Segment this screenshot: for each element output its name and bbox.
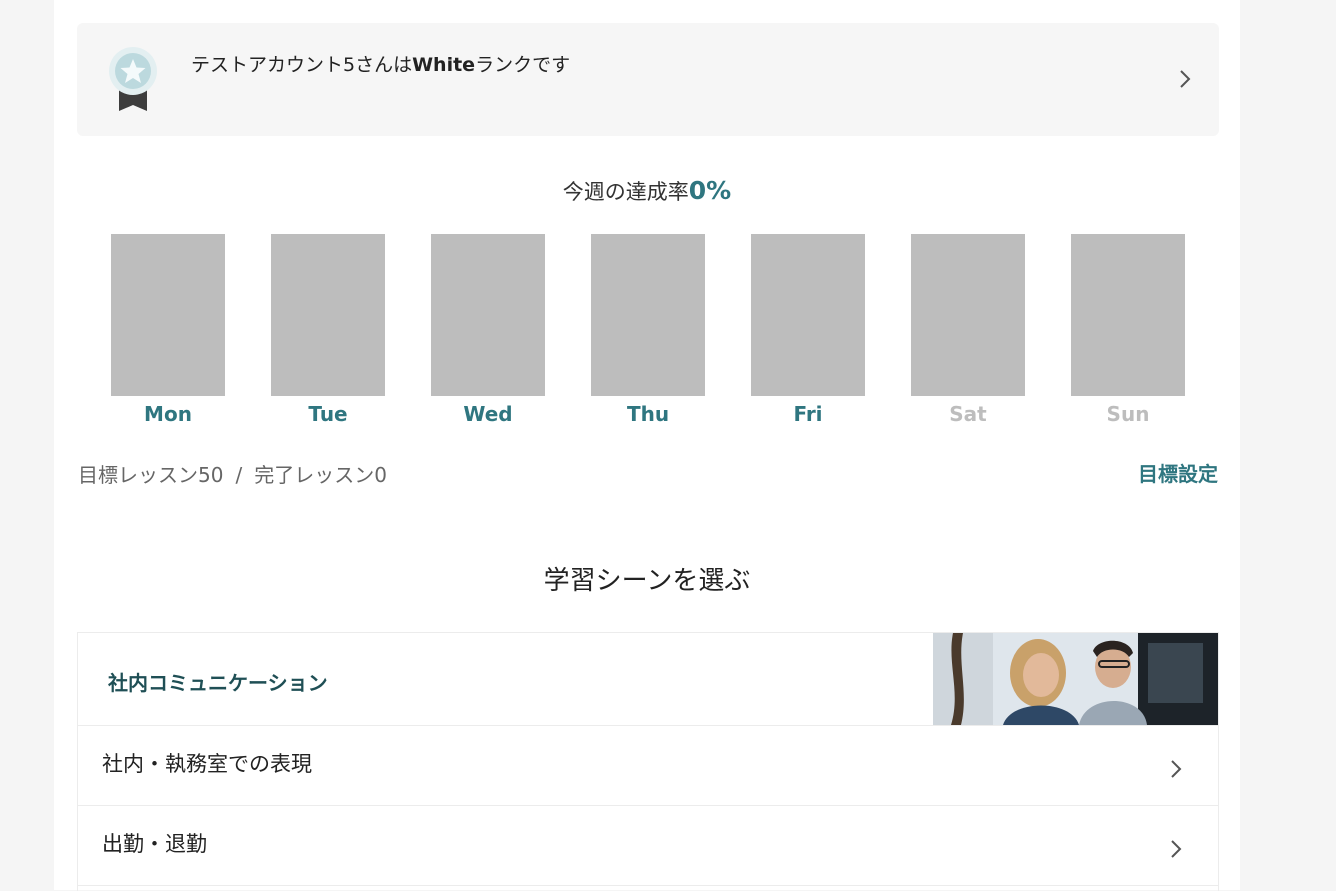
target-lessons: 目標レッスン50 xyxy=(78,463,224,487)
scene-list: 社内・執務室での表現 出勤・退勤 xyxy=(78,726,1218,886)
day-bar xyxy=(911,234,1025,396)
day-bar xyxy=(271,234,385,396)
day-column-fri: Fri xyxy=(751,234,865,426)
day-column-sat: Sat xyxy=(911,234,1025,426)
completed-lessons: 完了レッスン0 xyxy=(254,463,387,487)
day-label: Sun xyxy=(1106,402,1150,426)
weekly-achievement-label: 今週の達成率 xyxy=(562,180,689,204)
scene-card: 社内コミュニケーション 社内・執務室での表現 出勤・退勤 xyxy=(77,632,1219,891)
medal-icon xyxy=(109,47,157,111)
scene-category-header: 社内コミュニケーション xyxy=(78,633,1218,726)
day-column-thu: Thu xyxy=(591,234,705,426)
scene-list-item-label: 出勤・退勤 xyxy=(102,832,207,856)
day-bar xyxy=(431,234,545,396)
rank-message-suffix: ランクです xyxy=(475,54,571,76)
day-bar xyxy=(1071,234,1185,396)
day-column-tue: Tue xyxy=(271,234,385,426)
day-label: Mon xyxy=(144,402,192,426)
day-label: Thu xyxy=(626,402,670,426)
weekly-achievement: 今週の達成率0% xyxy=(54,176,1240,206)
rank-message: テストアカウント5さんはWhiteランクです xyxy=(191,50,570,77)
day-bar xyxy=(111,234,225,396)
day-label: Tue xyxy=(308,402,348,426)
day-bar xyxy=(591,234,705,396)
rank-card[interactable]: テストアカウント5さんはWhiteランクです xyxy=(77,23,1219,136)
scene-list-item-label: 社内・執務室での表現 xyxy=(102,752,312,776)
office-photo xyxy=(933,633,1218,725)
weekly-achievement-rate: 0% xyxy=(688,176,732,205)
day-bar xyxy=(751,234,865,396)
rank-message-prefix: テストアカウント5さんは xyxy=(191,54,413,76)
day-column-wed: Wed xyxy=(431,234,545,426)
scene-list-item[interactable]: 社内・執務室での表現 xyxy=(78,726,1218,806)
lesson-separator: / xyxy=(235,463,243,487)
day-label: Fri xyxy=(793,402,823,426)
chevron-right-icon xyxy=(1171,840,1182,858)
chevron-right-icon xyxy=(1180,70,1191,88)
lesson-summary: 目標レッスン50 / 完了レッスン0 xyxy=(78,459,387,488)
goal-setting-link[interactable]: 目標設定 xyxy=(1138,458,1218,487)
day-column-sun: Sun xyxy=(1071,234,1185,426)
weekly-bar-chart: Mon Tue Wed Thu Fri Sat Sun xyxy=(111,234,1185,434)
scene-list-item[interactable]: 出勤・退勤 xyxy=(78,806,1218,886)
chevron-right-icon xyxy=(1171,760,1182,778)
section-title: 学習シーンを選ぶ xyxy=(543,566,751,596)
rank-name: White xyxy=(412,54,476,76)
main-content: テストアカウント5さんはWhiteランクです 今週の達成率0% Mon Tue We… xyxy=(54,0,1240,891)
day-label: Sat xyxy=(949,402,987,426)
day-label: Wed xyxy=(463,402,513,426)
scene-category-title: 社内コミュニケーション xyxy=(108,671,328,695)
day-column-mon: Mon xyxy=(111,234,225,426)
